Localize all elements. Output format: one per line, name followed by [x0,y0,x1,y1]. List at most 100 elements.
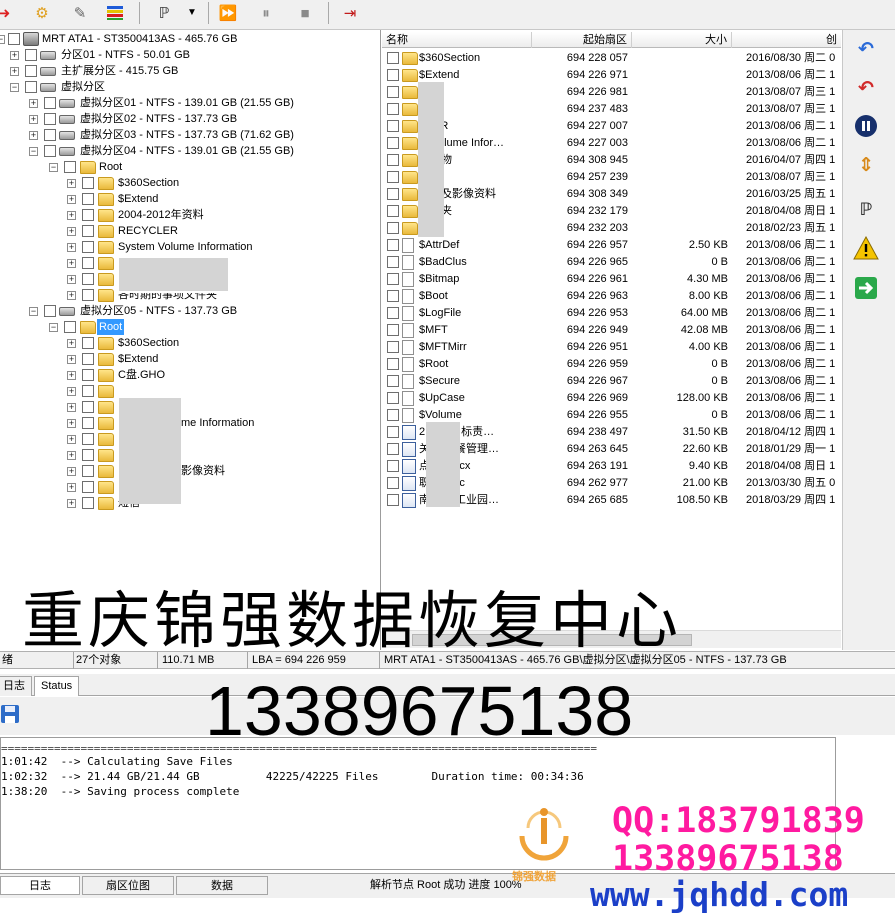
checkbox[interactable] [387,426,399,438]
checkbox[interactable] [82,417,94,429]
table-row[interactable]: $AttrDef 694 226 957 2.50 KB 2013/08/06 周二 … [382,237,841,254]
exit-icon[interactable]: ⇥ [338,2,362,24]
expand-icon[interactable]: + [67,291,76,300]
checkbox[interactable] [25,49,37,61]
table-row[interactable]: GHO694 226 9812013/08/07 周三 1 [382,84,841,101]
probe-icon[interactable]: ℙ [152,2,176,24]
checkbox[interactable] [387,137,399,149]
checkbox[interactable] [387,375,399,387]
expand-icon[interactable]: + [67,355,76,364]
checkbox[interactable] [82,465,94,477]
checkbox[interactable] [387,358,399,370]
table-row[interactable]: $BadClus 694 226 965 0 B 2013/08/06 周二 1 [382,254,841,271]
expand-icon[interactable]: + [67,435,76,444]
table-row[interactable]: $MFT 694 226 949 42.08 MB 2013/08/06 周二 1 [382,322,841,339]
checkbox[interactable] [387,256,399,268]
table-row[interactable]: $Bitmap 694 226 961 4.30 MB 2013/08/06 周二 1 [382,271,841,288]
table-row[interactable]: $Root 694 226 959 0 B 2013/08/06 周二 1 [382,356,841,373]
expand-icon[interactable]: + [67,259,76,268]
checkbox[interactable] [25,81,37,93]
checkbox[interactable] [387,86,399,98]
checkbox[interactable] [64,321,76,333]
gear-icon[interactable]: ⚙ [30,2,54,24]
pause-icon[interactable]: ⏸ [254,2,278,24]
table-row[interactable]: 空规694 257 2392013/08/07 周三 1 [382,169,841,186]
dropdown-icon[interactable]: ▼ [180,2,204,24]
checkbox[interactable] [82,353,94,365]
checkbox[interactable] [387,52,399,64]
table-row[interactable]: $360Section 694 228 057 2016/08/30 周二 0 [382,50,841,67]
checkbox[interactable] [387,477,399,489]
checkbox[interactable] [82,401,94,413]
checkbox[interactable] [82,385,94,397]
checkbox[interactable] [82,177,94,189]
expand-icon[interactable]: + [67,179,76,188]
wand-icon[interactable]: ✎ [68,2,92,24]
checkbox[interactable] [387,171,399,183]
column-header-created[interactable]: 创 [732,32,841,48]
expand-icon[interactable]: + [67,275,76,284]
checkbox[interactable] [44,113,56,125]
checkbox[interactable] [82,225,94,237]
collapse-icon[interactable]: − [49,323,58,332]
save-icon[interactable] [0,704,20,727]
checkbox[interactable] [82,257,94,269]
tab-log[interactable]: 日志 [0,676,32,696]
checkbox[interactable] [387,307,399,319]
checkbox[interactable] [82,433,94,445]
checkbox[interactable] [44,129,56,141]
checkbox[interactable] [82,241,94,253]
column-header-name[interactable]: 名称 [382,32,532,48]
checkbox[interactable] [82,209,94,221]
expand-icon[interactable]: + [67,371,76,380]
checkbox[interactable] [387,392,399,404]
checkbox[interactable] [82,193,94,205]
undo-red-icon[interactable]: ↶ [853,75,879,101]
table-row[interactable]: 文件夹694 232 1792018/04/08 周日 1 [382,203,841,220]
checkbox[interactable] [387,290,399,302]
table-row[interactable]: $LogFile 694 226 953 64.00 MB 2013/08/06 周二… [382,305,841,322]
table-row[interactable]: 为何物694 308 9452016/04/07 周四 1 [382,152,841,169]
expand-icon[interactable]: + [29,115,38,124]
collapse-icon[interactable]: − [29,307,38,316]
checkbox[interactable] [82,273,94,285]
expand-icon[interactable]: + [29,131,38,140]
split-icon[interactable]: ⇕ [853,152,879,178]
checkbox[interactable] [387,324,399,336]
table-row[interactable]: $Boot 694 226 963 8.00 KB 2013/08/06 周二 1 [382,288,841,305]
expand-icon[interactable]: + [67,451,76,460]
table-row[interactable]: 694 237 483 2013/08/07 周三 1 [382,101,841,118]
checkbox[interactable] [25,65,37,77]
checkbox[interactable] [387,103,399,115]
color-palette-icon[interactable] [103,2,127,24]
table-row[interactable]: $MFTMirr 694 226 951 4.00 KB 2013/08/06 周二 … [382,339,841,356]
checkbox[interactable] [387,341,399,353]
warning-icon[interactable] [853,235,879,261]
undo-blue-icon[interactable]: ↶ [853,36,879,62]
expand-icon[interactable]: + [67,467,76,476]
checkbox[interactable] [8,33,20,45]
expand-icon[interactable]: + [67,387,76,396]
checkbox[interactable] [44,145,56,157]
pause-icon[interactable] [853,113,879,139]
checkbox[interactable] [387,69,399,81]
tab-status[interactable]: Status [34,676,80,696]
tab-sector-map[interactable]: 扇区位图 [82,876,174,895]
column-header-size[interactable]: 大小 [632,32,732,48]
checkbox[interactable] [387,409,399,421]
expand-icon[interactable]: + [10,67,19,76]
table-row[interactable]: $Extend 694 226 971 2013/08/06 周二 1 [382,67,841,84]
probe-icon[interactable]: ℙ [853,196,879,222]
checkbox[interactable] [82,449,94,461]
table-row[interactable]: $UpCase 694 226 969 128.00 KB 2013/08/06 周二… [382,390,841,407]
checkbox[interactable] [82,337,94,349]
tab-log[interactable]: 日志 [0,876,80,895]
expand-icon[interactable]: + [67,227,76,236]
expand-icon[interactable]: + [67,339,76,348]
expand-icon[interactable]: + [67,499,76,508]
checkbox[interactable] [387,222,399,234]
checkbox[interactable] [387,205,399,217]
checkbox[interactable] [64,161,76,173]
checkbox[interactable] [82,369,94,381]
checkbox[interactable] [82,481,94,493]
